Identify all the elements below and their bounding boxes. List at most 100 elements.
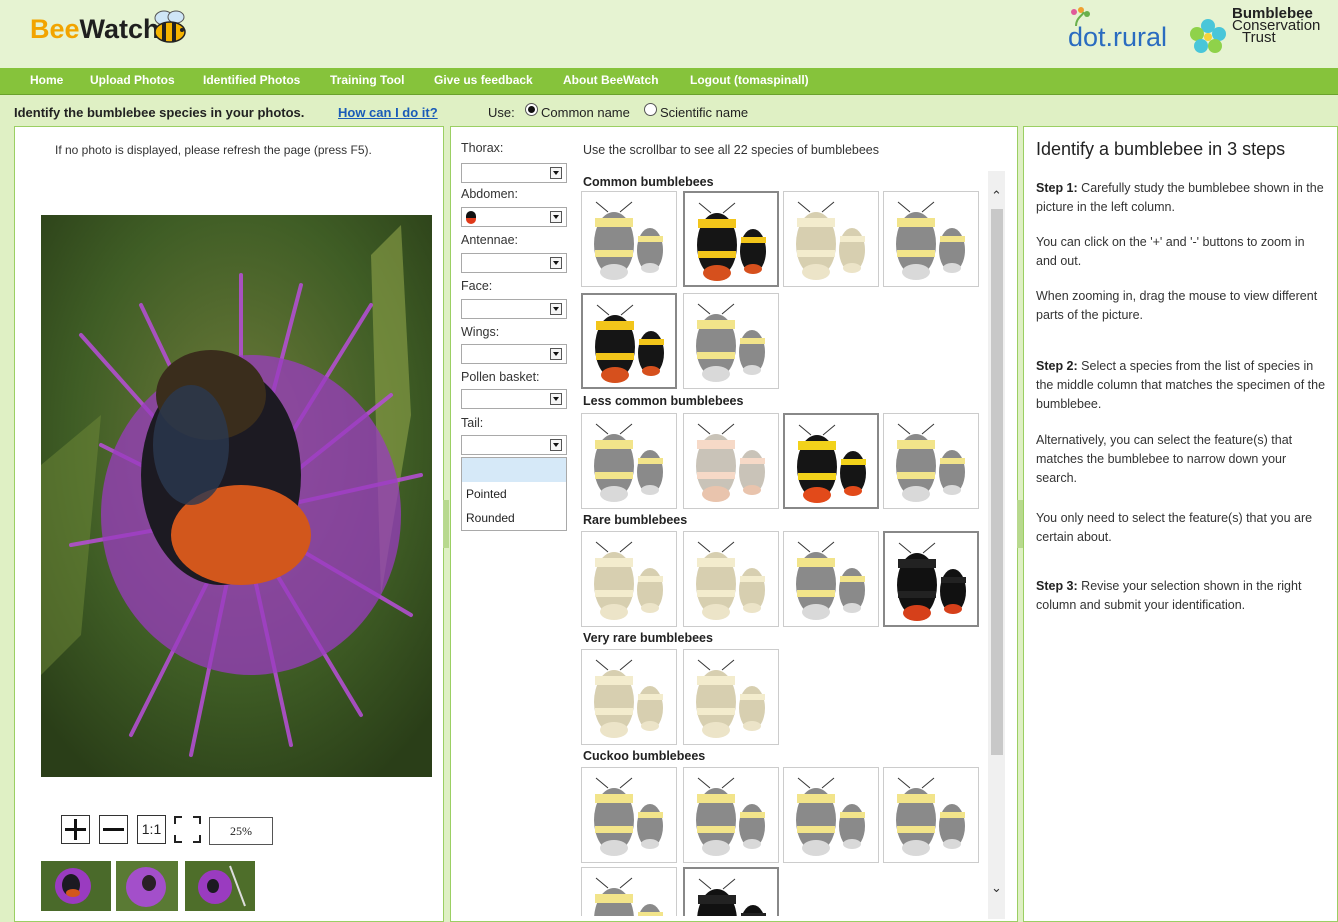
photo-panel: If no photo is displayed, please refresh… <box>14 126 444 922</box>
dotrural-logo[interactable]: dot.rural <box>1068 22 1167 53</box>
chevron-down-icon <box>550 303 562 315</box>
bumblebee-illustration-icon <box>696 777 765 856</box>
category-very-rare: Very rare bumblebees <box>583 631 713 645</box>
gallery-note: Use the scrollbar to see all 22 species … <box>583 143 879 157</box>
bumblebee-illustration-icon <box>697 202 766 281</box>
thorax-label: Thorax: <box>461 141 504 155</box>
zoom-in-button[interactable] <box>61 815 90 844</box>
species-tile[interactable] <box>581 867 677 916</box>
photo-thumbnail-3[interactable] <box>185 861 255 911</box>
antennae-select[interactable] <box>461 253 567 273</box>
species-tile[interactable] <box>581 767 677 863</box>
logo-bee-text: Bee <box>30 14 80 44</box>
wings-select[interactable] <box>461 344 567 364</box>
bumblebee-illustration-icon <box>896 423 965 502</box>
nav-training-tool[interactable]: Training Tool <box>330 73 404 87</box>
nav-feedback[interactable]: Give us feedback <box>434 73 533 87</box>
bumblebee-illustration-icon <box>796 541 865 620</box>
identify-prompt: Identify the bumblebee species in your p… <box>14 105 305 120</box>
tail-option-rounded[interactable]: Rounded <box>462 506 566 530</box>
species-tile[interactable] <box>683 867 779 916</box>
nav-upload-photos[interactable]: Upload Photos <box>90 73 175 87</box>
beewatch-logo[interactable]: BeeWatch <box>30 14 160 45</box>
nav-identified-photos[interactable]: Identified Photos <box>203 73 300 87</box>
instructions-panel: Identify a bumblebee in 3 steps Step 1: … <box>1023 126 1338 922</box>
abdomen-select[interactable] <box>461 207 567 227</box>
nav-home[interactable]: Home <box>30 73 63 87</box>
nav-logout[interactable]: Logout (tomaspinall) <box>690 73 809 87</box>
help-link[interactable]: How can I do it? <box>338 105 438 120</box>
nav-about[interactable]: About BeeWatch <box>563 73 659 87</box>
gallery-scrollbar-thumb[interactable] <box>991 209 1003 755</box>
species-tile[interactable] <box>883 191 979 287</box>
bumblebee-photo[interactable] <box>41 215 432 777</box>
species-tile[interactable] <box>783 413 879 509</box>
species-tile[interactable] <box>783 531 879 627</box>
zoom-out-button[interactable] <box>99 815 128 844</box>
step2-text: Step 2: Select a species from the list o… <box>1036 359 1326 411</box>
instructions-title: Identify a bumblebee in 3 steps <box>1036 139 1286 159</box>
species-tile[interactable] <box>783 191 879 287</box>
tail-option-pointed[interactable]: Pointed <box>462 482 566 506</box>
chevron-down-icon <box>550 167 562 179</box>
species-tile[interactable] <box>883 767 979 863</box>
species-tile[interactable] <box>683 649 779 745</box>
step1-text: Step 1: Carefully study the bumblebee sh… <box>1036 181 1324 214</box>
species-tile[interactable] <box>581 293 677 389</box>
refresh-notice: If no photo is displayed, please refresh… <box>55 143 372 157</box>
tail-dropdown-list: Pointed Rounded <box>461 457 567 531</box>
category-cuckoo: Cuckoo bumblebees <box>583 749 706 763</box>
fullscreen-icon <box>174 816 201 843</box>
species-tile[interactable] <box>683 413 779 509</box>
zoom-level-display: 25% <box>209 817 273 845</box>
bumblebee-illustration-icon <box>696 423 765 502</box>
bumblebee-illustration-icon <box>697 878 766 916</box>
species-tile[interactable] <box>683 293 779 389</box>
species-tile[interactable] <box>883 413 979 509</box>
species-tile[interactable] <box>683 531 779 627</box>
species-tile[interactable] <box>683 191 779 287</box>
species-tile[interactable] <box>581 649 677 745</box>
antennae-label: Antennae: <box>461 233 518 247</box>
face-select[interactable] <box>461 299 567 319</box>
site-header: BeeWatch dot.rural Bumblebee Conservatio… <box>0 0 1338 68</box>
species-tile[interactable] <box>581 191 677 287</box>
abdomen-color-swatch <box>466 211 476 224</box>
pollen-basket-select[interactable] <box>461 389 567 409</box>
thorax-select[interactable] <box>461 163 567 183</box>
scientific-name-radio[interactable] <box>644 103 657 116</box>
tail-option-blank[interactable] <box>462 458 566 482</box>
tail-label: Tail: <box>461 416 484 430</box>
bumblebee-illustration-icon <box>896 777 965 856</box>
photo-thumbnail-2[interactable] <box>116 861 178 911</box>
tail-select[interactable] <box>461 435 567 455</box>
left-splitter-handle[interactable] <box>443 500 449 548</box>
scroll-up-icon[interactable]: ⌃ <box>988 187 1005 204</box>
common-name-radio[interactable] <box>525 103 538 116</box>
species-panel: Thorax: Abdomen: Antennae: Face: Wings: … <box>450 126 1018 922</box>
actual-size-button[interactable]: 1:1 <box>137 815 166 844</box>
fullscreen-button[interactable] <box>173 815 202 844</box>
species-tile[interactable] <box>683 767 779 863</box>
face-label: Face: <box>461 279 493 293</box>
category-less-common: Less common bumblebees <box>583 394 744 408</box>
species-tile[interactable] <box>581 531 677 627</box>
step2-features-text: Alternatively, you can select the featur… <box>1036 433 1293 485</box>
scientific-name-label[interactable]: Scientific name <box>660 105 748 120</box>
bct-logo[interactable]: Bumblebee Conservation Trust <box>1232 6 1320 45</box>
bumblebee-illustration-icon <box>594 659 663 738</box>
species-tile[interactable] <box>783 767 879 863</box>
photo-thumbnail-1[interactable] <box>41 861 111 911</box>
common-name-label[interactable]: Common name <box>541 105 630 120</box>
bumblebee-illustration-icon <box>594 777 663 856</box>
scroll-down-icon[interactable]: ⌄ <box>988 879 1005 896</box>
step3-text: Step 3: Revise your selection shown in t… <box>1036 579 1302 612</box>
species-tile[interactable] <box>581 413 677 509</box>
abdomen-label: Abdomen: <box>461 187 518 201</box>
step1-zoom-text: You can click on the '+' and '-' buttons… <box>1036 235 1305 268</box>
species-tile[interactable] <box>883 531 979 627</box>
bumblebee-illustration-icon <box>896 201 965 280</box>
bumblebee-illustration-icon <box>594 423 663 502</box>
bumblebee-illustration-icon <box>595 304 664 383</box>
chevron-down-icon <box>550 439 562 451</box>
